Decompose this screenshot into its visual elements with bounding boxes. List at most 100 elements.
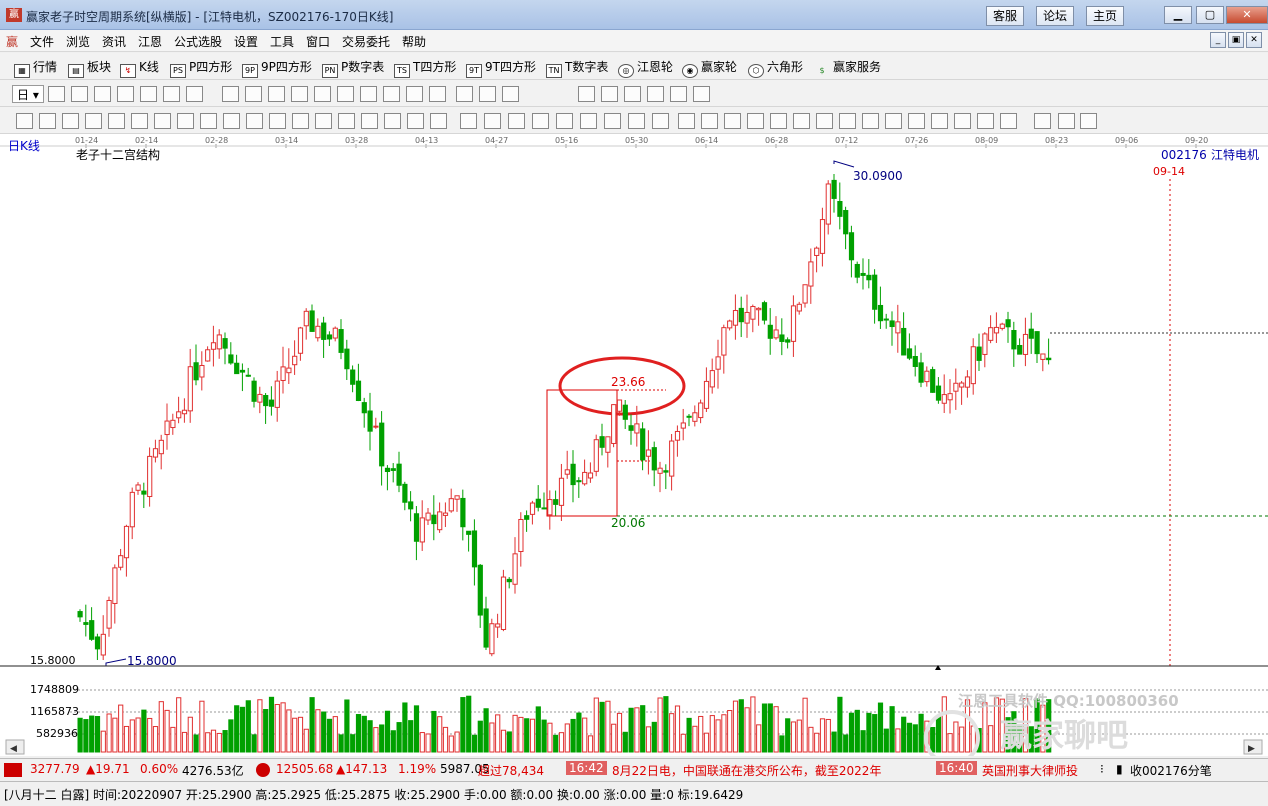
analysis-tool-19-icon[interactable] xyxy=(430,113,447,129)
drawing-tool-15-icon[interactable] xyxy=(383,86,400,102)
analysis-tool-16-icon[interactable] xyxy=(361,113,378,129)
analysis-tool-38-icon[interactable] xyxy=(885,113,902,129)
winner-service-button[interactable]: $ 赢家服务 xyxy=(814,58,881,76)
drawing-tool-12-icon[interactable] xyxy=(314,86,331,102)
analysis-tool-17-icon[interactable] xyxy=(384,113,401,129)
drawing-tool-17-icon[interactable] xyxy=(429,86,446,102)
analysis-tool-43-icon[interactable] xyxy=(1000,113,1017,129)
analysis-tool-41-icon[interactable] xyxy=(954,113,971,129)
kline-chart[interactable]: 01-24 02-14 02-28 03-14 03-28 04-13 04-27 05-16… xyxy=(0,134,1268,756)
news-text-a[interactable]: 超过78,434 xyxy=(478,762,544,779)
analysis-tool-42-icon[interactable] xyxy=(977,113,994,129)
gann-wheel-button[interactable]: ◎ 江恩轮 xyxy=(618,58,673,78)
analysis-tool-13-icon[interactable] xyxy=(292,113,309,129)
analysis-tool-22-icon[interactable] xyxy=(508,113,525,129)
analysis-tool-7-icon[interactable] xyxy=(154,113,171,129)
analysis-tool-34-icon[interactable] xyxy=(793,113,810,129)
analysis-tool-23-icon[interactable] xyxy=(532,113,549,129)
menu-settings[interactable]: 设置 xyxy=(234,33,258,50)
analysis-tool-33-icon[interactable] xyxy=(770,113,787,129)
analysis-tool-21-icon[interactable] xyxy=(484,113,501,129)
maximize-icon[interactable]: ▢ xyxy=(1196,6,1224,24)
analysis-tool-39-icon[interactable] xyxy=(908,113,925,129)
home-button[interactable]: 主页 xyxy=(1086,6,1125,26)
analysis-tool-10-icon[interactable] xyxy=(223,113,240,129)
9p-square-button[interactable]: 9P 9P四方形 xyxy=(242,58,312,78)
p-table-button[interactable]: PN P数字表 xyxy=(322,58,384,78)
drawing-tool-7-icon[interactable] xyxy=(186,86,203,102)
analysis-tool-14-icon[interactable] xyxy=(315,113,332,129)
analysis-tool-5-icon[interactable] xyxy=(108,113,125,129)
hexagon-button[interactable]: ⬡ 六角形 xyxy=(748,58,803,78)
menu-info[interactable]: 资讯 xyxy=(102,33,126,50)
analysis-tool-44-icon[interactable] xyxy=(1034,113,1051,129)
analysis-tool-11-icon[interactable] xyxy=(246,113,263,129)
menu-tools[interactable]: 工具 xyxy=(270,33,294,50)
analysis-tool-18-icon[interactable] xyxy=(407,113,424,129)
analysis-tool-27-icon[interactable] xyxy=(628,113,645,129)
analysis-tool-28-icon[interactable] xyxy=(652,113,669,129)
menu-formula[interactable]: 公式选股 xyxy=(174,33,222,50)
analysis-tool-31-icon[interactable] xyxy=(724,113,741,129)
drawing-tool-24-icon[interactable] xyxy=(647,86,664,102)
forum-button[interactable]: 论坛 xyxy=(1036,6,1075,26)
analysis-tool-9-icon[interactable] xyxy=(200,113,217,129)
analysis-tool-37-icon[interactable] xyxy=(862,113,879,129)
winner-wheel-button[interactable]: ◉ 赢家轮 xyxy=(682,58,737,78)
menu-help[interactable]: 帮助 xyxy=(402,33,426,50)
analysis-tool-15-icon[interactable] xyxy=(338,113,355,129)
mdi-close-icon[interactable]: ✕ xyxy=(1246,32,1262,48)
drawing-tool-16-icon[interactable] xyxy=(406,86,423,102)
analysis-tool-25-icon[interactable] xyxy=(580,113,597,129)
analysis-tool-40-icon[interactable] xyxy=(931,113,948,129)
close-icon[interactable]: ✕ xyxy=(1226,6,1268,24)
p-square-button[interactable]: PS P四方形 xyxy=(170,58,232,78)
drawing-tool-10-icon[interactable] xyxy=(268,86,285,102)
mdi-minimize-icon[interactable]: _ xyxy=(1210,32,1226,48)
analysis-tool-26-icon[interactable] xyxy=(604,113,621,129)
kline-button[interactable]: ↯ K线 xyxy=(120,58,159,78)
drawing-tool-3-icon[interactable] xyxy=(94,86,111,102)
drawing-tool-1-icon[interactable] xyxy=(48,86,65,102)
drawing-tool-6-icon[interactable] xyxy=(163,86,180,102)
analysis-tool-36-icon[interactable] xyxy=(839,113,856,129)
drawing-tool-25-icon[interactable] xyxy=(670,86,687,102)
menu-trade[interactable]: 交易委托 xyxy=(342,33,390,50)
analysis-tool-3-icon[interactable] xyxy=(62,113,79,129)
drawing-tool-18-icon[interactable] xyxy=(456,86,473,102)
analysis-tool-4-icon[interactable] xyxy=(85,113,102,129)
drawing-tool-4-icon[interactable] xyxy=(117,86,134,102)
analysis-tool-12-icon[interactable] xyxy=(269,113,286,129)
sector-button[interactable]: ▤ 板块 xyxy=(68,58,111,78)
drawing-tool-23-icon[interactable] xyxy=(624,86,641,102)
drawing-tool-22-icon[interactable] xyxy=(601,86,618,102)
drawing-tool-19-icon[interactable] xyxy=(479,86,496,102)
drawing-tool-5-icon[interactable] xyxy=(140,86,157,102)
drawing-tool-14-icon[interactable] xyxy=(360,86,377,102)
mdi-restore-icon[interactable]: ▣ xyxy=(1228,32,1244,48)
drawing-tool-2-icon[interactable] xyxy=(71,86,88,102)
drawing-tool-11-icon[interactable] xyxy=(291,86,308,102)
analysis-tool-45-icon[interactable] xyxy=(1058,113,1075,129)
period-select[interactable]: 日 ▾ xyxy=(12,85,44,103)
customer-service-button[interactable]: 客服 xyxy=(986,6,1025,26)
9t-square-button[interactable]: 9T 9T四方形 xyxy=(466,58,536,78)
analysis-tool-30-icon[interactable] xyxy=(701,113,718,129)
analysis-tool-32-icon[interactable] xyxy=(747,113,764,129)
drawing-tool-20-icon[interactable] xyxy=(502,86,519,102)
drawing-tool-8-icon[interactable] xyxy=(222,86,239,102)
analysis-tool-24-icon[interactable] xyxy=(556,113,573,129)
minimize-icon[interactable]: ▁ xyxy=(1164,6,1192,24)
drawing-tool-21-icon[interactable] xyxy=(578,86,595,102)
analysis-tool-6-icon[interactable] xyxy=(131,113,148,129)
t-square-button[interactable]: TS T四方形 xyxy=(394,58,456,78)
news-arrow-icon[interactable]: ⁝ xyxy=(1100,762,1104,776)
analysis-tool-35-icon[interactable] xyxy=(816,113,833,129)
t-table-button[interactable]: TN T数字表 xyxy=(546,58,608,78)
tick-list-button[interactable]: 收002176分笔 xyxy=(1130,762,1212,779)
analysis-tool-2-icon[interactable] xyxy=(39,113,56,129)
analysis-tool-1-icon[interactable] xyxy=(16,113,33,129)
menu-window[interactable]: 窗口 xyxy=(306,33,330,50)
drawing-tool-13-icon[interactable] xyxy=(337,86,354,102)
menu-file[interactable]: 文件 xyxy=(30,33,54,50)
